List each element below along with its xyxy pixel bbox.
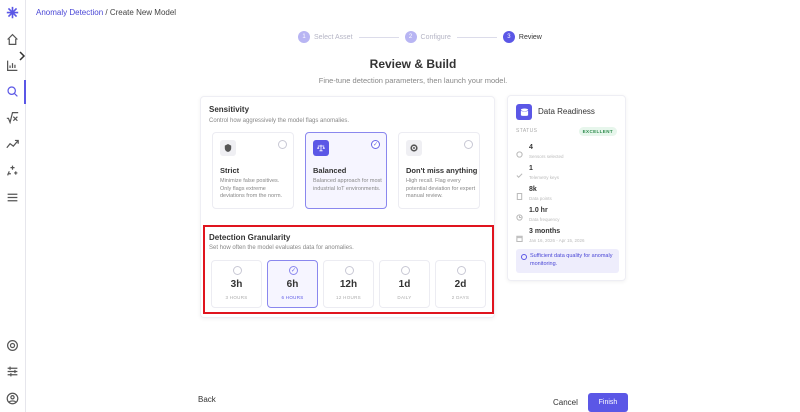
metric-data-points: 8k Data points — [516, 186, 621, 206]
sensitivity-option-balanced[interactable]: ✓ Balanced Balanced approach for most in… — [305, 132, 387, 209]
menu-icon[interactable] — [5, 190, 20, 205]
metric-value: 1 — [529, 165, 533, 172]
info-icon — [521, 254, 527, 260]
breadcrumb-current: Create New Model — [109, 8, 177, 17]
finish-button[interactable]: Finish — [588, 393, 628, 412]
clock-icon — [516, 208, 523, 221]
step-number: 1 — [298, 31, 310, 43]
option-radio[interactable] — [278, 140, 287, 149]
wizard-stepper: 1 Select Asset 2 Configure 3 Review — [298, 30, 542, 44]
readiness-note-text: Sufficient data quality for anomaly moni… — [530, 253, 613, 267]
metric-label: Jan 16, 2026 - Apr 15, 2026 — [529, 238, 585, 243]
metric-sensors: 4 Sensors selected — [516, 144, 621, 164]
option-radio-checked[interactable]: ✓ — [371, 140, 380, 149]
option-name: Strict — [220, 166, 240, 175]
status-badge: EXCELLENT — [578, 127, 617, 136]
sensor-icon — [516, 145, 523, 158]
metric-value: 8k — [529, 186, 537, 193]
sensitivity-option-strict[interactable]: Strict Minimize false positives. Only fl… — [212, 132, 294, 209]
document-icon — [516, 187, 523, 201]
readiness-title: Data Readiness — [538, 107, 595, 116]
step-select-asset[interactable]: 1 Select Asset — [298, 31, 353, 43]
sliders-icon[interactable] — [5, 364, 20, 379]
back-button[interactable]: Back — [198, 395, 216, 404]
metric-data-frequency: 1.0 hr Data frequency — [516, 207, 621, 227]
option-description: Balanced approach for most industrial Io… — [313, 178, 382, 192]
option-description: Minimize false positives. Only flags ext… — [220, 178, 283, 199]
step-configure[interactable]: 2 Configure — [404, 31, 451, 43]
calendar-icon — [516, 229, 523, 243]
home-icon[interactable] — [5, 32, 20, 47]
sensitivity-option-dont-miss[interactable]: Don't miss anything High recall. Flag ev… — [398, 132, 480, 209]
metric-telemetry-keys: 1 Telemetry keys — [516, 165, 621, 185]
option-description: High recall. Flag every potential deviat… — [406, 178, 476, 199]
cancel-button[interactable]: Cancel — [553, 398, 578, 407]
metric-label: Telemetry keys — [529, 175, 560, 180]
metric-value: 3 months — [529, 228, 561, 235]
page-title: Review & Build — [369, 57, 457, 71]
step-review[interactable]: 3 Review — [502, 31, 542, 43]
trend-icon[interactable] — [5, 137, 20, 152]
breadcrumb: Anomaly Detection / Create New Model — [36, 8, 176, 17]
step-connector — [358, 36, 399, 38]
data-readiness-card: Data Readiness STATUS EXCELLENT 4 Sensor… — [507, 95, 626, 281]
user-icon[interactable] — [5, 391, 20, 406]
readiness-note: Sufficient data quality for anomaly moni… — [516, 249, 619, 273]
option-name: Balanced — [313, 166, 347, 175]
sensitivity-description: Control how aggressively the model flags… — [209, 118, 350, 124]
metric-label: Sensors selected — [529, 154, 564, 159]
status-label: STATUS — [516, 128, 538, 134]
granularity-highlight-box — [203, 225, 494, 314]
step-connector — [456, 36, 497, 38]
target-icon — [406, 140, 422, 156]
sensitivity-title: Sensitivity — [209, 105, 250, 114]
step-label: Select Asset — [314, 33, 353, 41]
metric-date-range: 3 months Jan 16, 2026 - Apr 15, 2026 — [516, 228, 621, 248]
metric-value: 1.0 hr — [529, 207, 548, 214]
option-radio[interactable] — [464, 140, 473, 149]
metric-label: Data points — [529, 196, 552, 201]
breadcrumb-separator: / — [103, 8, 110, 17]
check-icon — [516, 166, 523, 178]
step-label: Review — [518, 33, 542, 41]
database-icon — [516, 104, 532, 120]
step-number: 2 — [404, 31, 417, 43]
sparkle-icon[interactable] — [5, 163, 20, 178]
breadcrumb-parent-link[interactable]: Anomaly Detection — [36, 8, 103, 17]
option-name: Don't miss anything — [406, 166, 478, 175]
metric-value: 4 — [529, 144, 533, 151]
step-number: 3 — [502, 31, 515, 43]
shield-icon — [220, 140, 236, 156]
logo-icon[interactable] — [5, 5, 20, 20]
metric-label: Data frequency — [529, 217, 560, 222]
page-subtitle: Fine-tune detection parameters, then lau… — [318, 76, 508, 85]
search-icon[interactable] — [5, 84, 20, 99]
scale-icon — [313, 140, 329, 156]
formula-icon[interactable] — [5, 110, 20, 125]
settings-icon[interactable] — [5, 338, 20, 353]
step-label: Configure — [420, 33, 451, 41]
